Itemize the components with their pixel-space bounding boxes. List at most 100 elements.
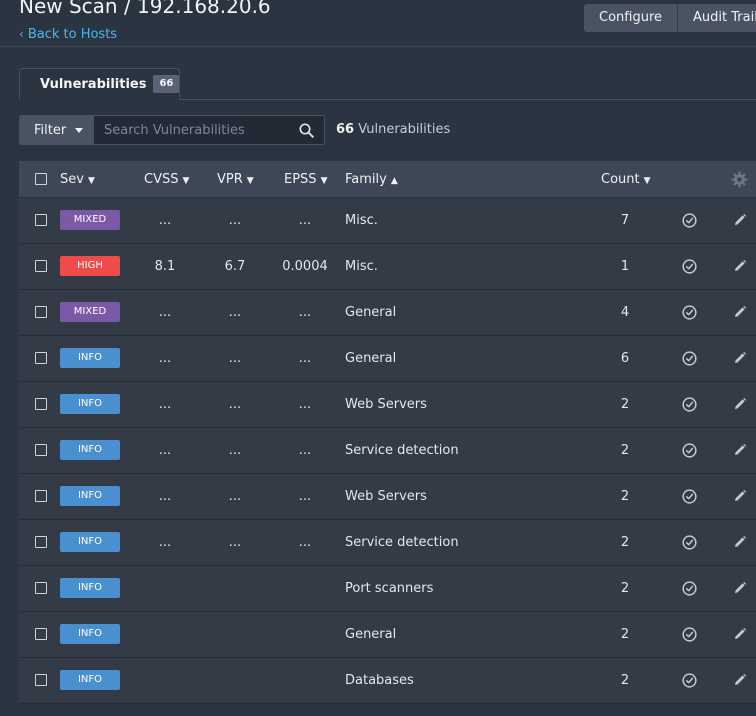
pencil-icon[interactable] [733,672,747,691]
clock-check-icon[interactable] [682,259,697,278]
search-input[interactable] [94,116,289,144]
pencil-icon[interactable] [733,258,747,277]
table-row[interactable]: INFO......... General 6 [19,336,756,382]
epss-value: ... [298,351,312,366]
row-checkbox[interactable] [35,582,47,594]
row-checkbox[interactable] [35,536,47,548]
row-checkbox[interactable] [35,444,47,456]
epss-value: ... [298,213,312,228]
col-family-label: Family [345,172,387,187]
epss-value: ... [298,397,312,412]
clock-check-icon[interactable] [682,213,697,232]
row-checkbox[interactable] [35,674,47,686]
col-cvss[interactable]: CVSS ▼ [144,161,189,198]
filter-button[interactable]: Filter [19,115,94,145]
row-checkbox[interactable] [35,260,47,272]
clock-check-icon[interactable] [682,535,697,554]
col-epss-label: EPSS [284,172,317,187]
count-value: 2 [620,489,630,504]
family-value: Web Servers [345,489,427,504]
clock-check-icon[interactable] [682,351,697,370]
severity-badge: INFO [60,394,120,414]
tab-count-badge: 66 [153,75,180,93]
severity-badge: INFO [60,348,120,368]
vpr-value [205,612,265,657]
family-value: Databases [345,673,414,688]
count-value: 1 [620,259,630,274]
chevron-left-icon: ‹ [19,27,24,41]
select-all-checkbox[interactable] [35,173,47,185]
gear-icon[interactable] [731,171,748,192]
table-row[interactable]: MIXED......... Misc. 7 [19,198,756,244]
table-row[interactable]: INFO General 2 [19,612,756,658]
severity-badge: INFO [60,440,120,460]
row-checkbox[interactable] [35,628,47,640]
col-family[interactable]: Family ▲ [345,161,398,198]
col-epss[interactable]: EPSS ▼ [284,161,327,198]
table-row[interactable]: INFO Port scanners 2 [19,566,756,612]
configure-button[interactable]: Configure [584,4,678,32]
table-row[interactable]: INFO Databases 2 [19,658,756,704]
header-actions: Configure Audit Trail [584,4,756,32]
clock-check-icon[interactable] [682,673,697,692]
vpr-value: ... [228,305,242,320]
vpr-value [205,658,265,703]
col-vpr[interactable]: VPR ▼ [217,161,254,198]
table-row[interactable]: INFO......... Service detection 2 [19,428,756,474]
pencil-icon[interactable] [733,304,747,323]
col-vpr-label: VPR [217,172,243,187]
severity-badge: MIXED [60,210,120,230]
cvss-value: ... [158,489,172,504]
severity-badge: HIGH [60,256,120,276]
pencil-icon[interactable] [733,580,747,599]
audit-trail-button[interactable]: Audit Trail [677,4,756,32]
table-row[interactable]: HIGH 8.1 6.7 0.0004 Misc. 1 [19,244,756,290]
table-row[interactable]: INFO......... Web Servers 2 [19,382,756,428]
sort-desc-icon: ▼ [87,176,95,186]
row-checkbox[interactable] [35,306,47,318]
clock-check-icon[interactable] [682,581,697,600]
pencil-icon[interactable] [733,488,747,507]
severity-badge: INFO [60,670,120,690]
row-checkbox[interactable] [35,398,47,410]
table-row[interactable]: INFO......... Service detection 2 [19,520,756,566]
row-checkbox[interactable] [35,214,47,226]
clock-check-icon[interactable] [682,443,697,462]
vulnerabilities-table: Sev ▼ CVSS ▼ VPR ▼ EPSS ▼ Family ▲ Count ▼ MIX… [19,161,756,704]
vpr-value: ... [228,351,242,366]
clock-check-icon[interactable] [682,305,697,324]
count-value: 2 [620,443,630,458]
vpr-value [205,566,265,611]
pencil-icon[interactable] [733,350,747,369]
row-checkbox[interactable] [35,352,47,364]
search-box [93,115,325,145]
tab-vulnerabilities[interactable]: Vulnerabilities 66 [19,68,180,100]
cvss-value [135,658,195,703]
clock-check-icon[interactable] [682,489,697,508]
table-row[interactable]: INFO......... Web Servers 2 [19,474,756,520]
pencil-icon[interactable] [733,212,747,231]
pencil-icon[interactable] [733,534,747,553]
epss-value: ... [298,305,312,320]
pencil-icon[interactable] [733,442,747,461]
back-to-hosts-link[interactable]: ‹ Back to Hosts [19,27,117,42]
family-value: Misc. [345,259,378,274]
row-checkbox[interactable] [35,490,47,502]
header-divider [0,46,756,47]
result-count: 66 Vulnerabilities [336,122,450,137]
clock-check-icon[interactable] [682,397,697,416]
col-count[interactable]: Count ▼ [601,161,651,198]
sort-asc-icon: ▲ [390,176,398,186]
family-value: General [345,305,397,320]
count-value: 2 [620,673,630,688]
vpr-value: 6.7 [224,259,246,274]
table-row[interactable]: MIXED......... General 4 [19,290,756,336]
count-value: 4 [620,305,630,320]
pencil-icon[interactable] [733,626,747,645]
search-icon[interactable] [299,123,314,142]
clock-check-icon[interactable] [682,627,697,646]
pencil-icon[interactable] [733,396,747,415]
caret-down-icon [75,127,84,133]
table-header: Sev ▼ CVSS ▼ VPR ▼ EPSS ▼ Family ▲ Count ▼ [19,161,756,198]
col-sev[interactable]: Sev ▼ [60,161,95,198]
